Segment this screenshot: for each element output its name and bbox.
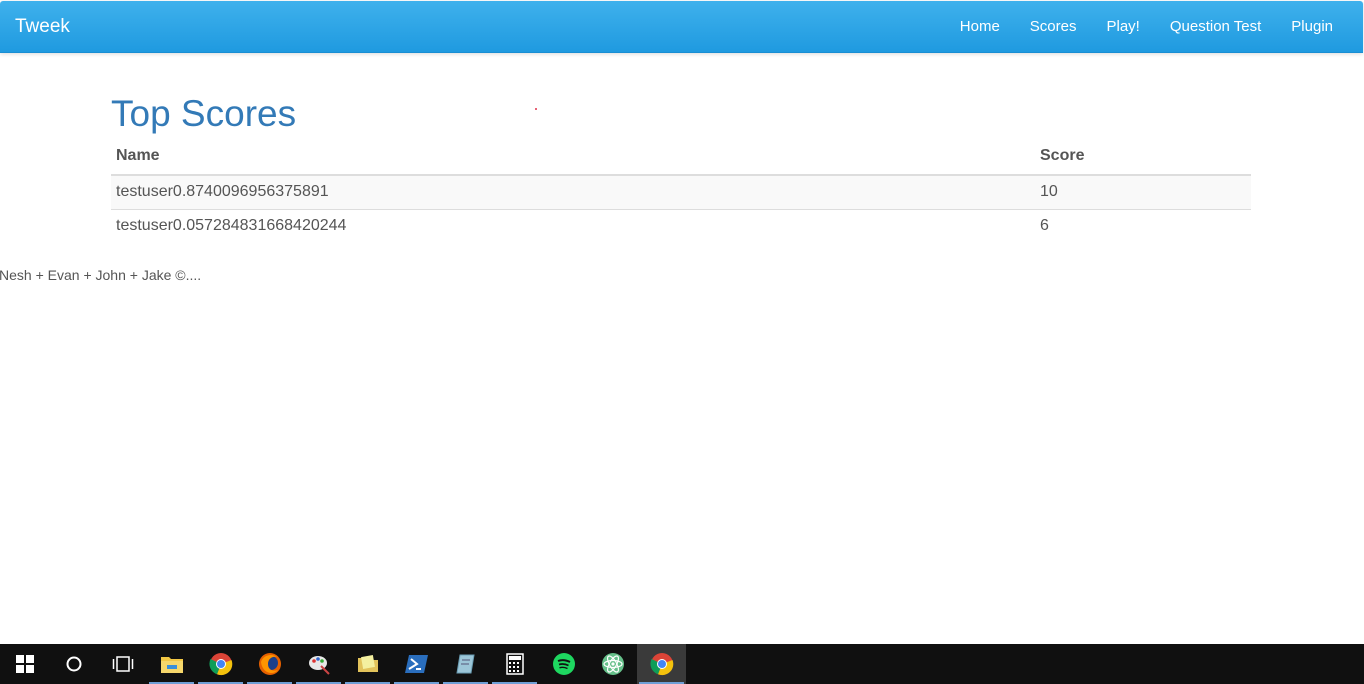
- nav-home[interactable]: Home: [945, 1, 1015, 52]
- folder-notes-icon[interactable]: [343, 644, 392, 684]
- chrome-icon[interactable]: [196, 644, 245, 684]
- nav-plugin[interactable]: Plugin: [1276, 1, 1348, 52]
- header-name: Name: [111, 136, 1035, 176]
- navbar: Tweek Home Scores Play! Question Test Pl…: [0, 1, 1363, 53]
- firefox-icon[interactable]: [245, 644, 294, 684]
- table-header-row: Name Score: [111, 136, 1251, 176]
- task-view-icon[interactable]: [98, 644, 147, 684]
- table-row: testuser0.8740096956375891 10: [111, 175, 1251, 210]
- cortana-icon[interactable]: [49, 644, 98, 684]
- main-content: Top Scores Name Score testuser0.87400969…: [111, 52, 1251, 243]
- chrome-active-icon[interactable]: [637, 644, 686, 684]
- brand-link[interactable]: Tweek: [15, 16, 70, 38]
- cell-name: testuser0.057284831668420244: [111, 209, 1035, 243]
- scores-table: Name Score testuser0.8740096956375891 10…: [111, 136, 1251, 243]
- file-explorer-icon[interactable]: [147, 644, 196, 684]
- page-title: Top Scores: [111, 93, 297, 134]
- nav-menu: Home Scores Play! Question Test Plugin: [945, 1, 1348, 52]
- footer-credits: Nesh + Evan + John + Jake ©....: [0, 267, 202, 283]
- taskbar: [0, 644, 1364, 684]
- cell-score: 6: [1035, 209, 1251, 243]
- spotify-icon[interactable]: [539, 644, 588, 684]
- cell-name: testuser0.8740096956375891: [111, 175, 1035, 210]
- windows-start-icon[interactable]: [0, 644, 49, 684]
- table-row: testuser0.057284831668420244 6: [111, 209, 1251, 243]
- powershell-icon[interactable]: [392, 644, 441, 684]
- pdf-icon[interactable]: [441, 644, 490, 684]
- header-score: Score: [1035, 136, 1251, 176]
- nav-question-test[interactable]: Question Test: [1155, 1, 1276, 52]
- calculator-icon[interactable]: [490, 644, 539, 684]
- paint-icon[interactable]: [294, 644, 343, 684]
- nav-play[interactable]: Play!: [1091, 1, 1154, 52]
- nav-scores[interactable]: Scores: [1015, 1, 1092, 52]
- atom-icon[interactable]: [588, 644, 637, 684]
- cell-score: 10: [1035, 175, 1251, 210]
